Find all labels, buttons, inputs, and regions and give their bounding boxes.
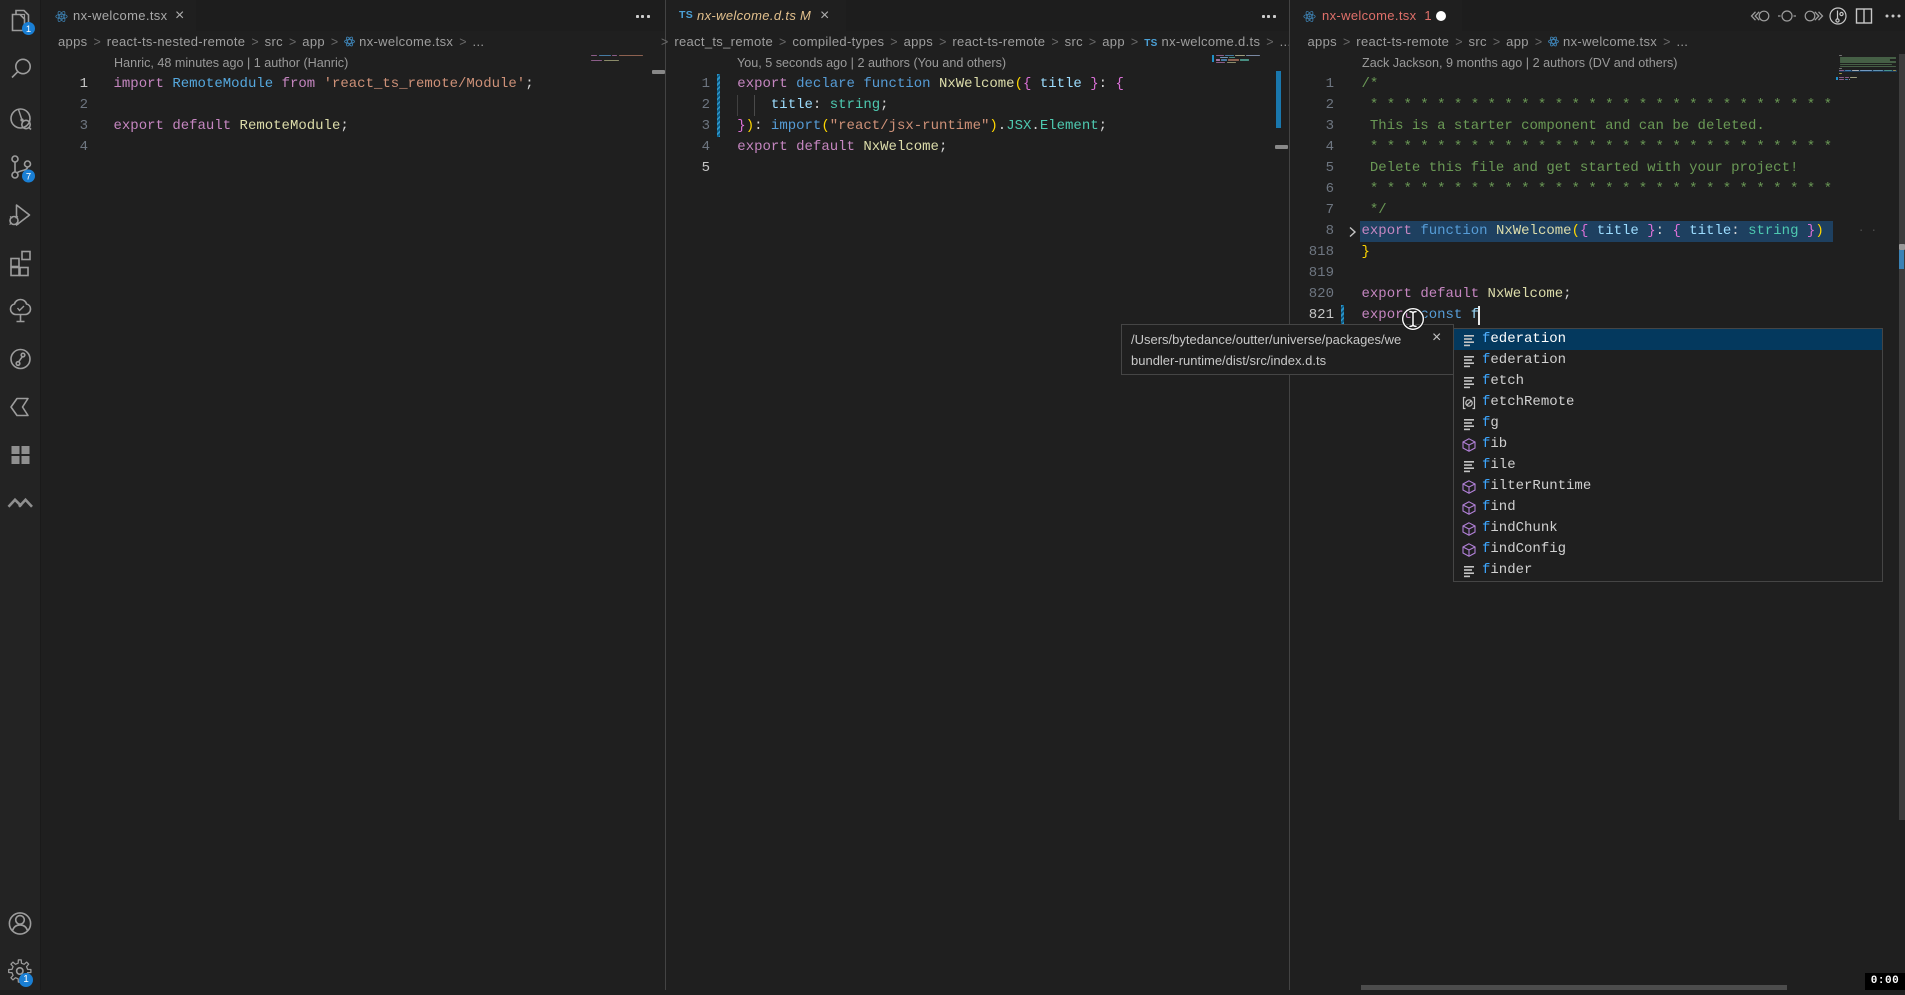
svg-text:7: 7 [26, 172, 31, 183]
svg-text:1: 1 [26, 24, 31, 35]
